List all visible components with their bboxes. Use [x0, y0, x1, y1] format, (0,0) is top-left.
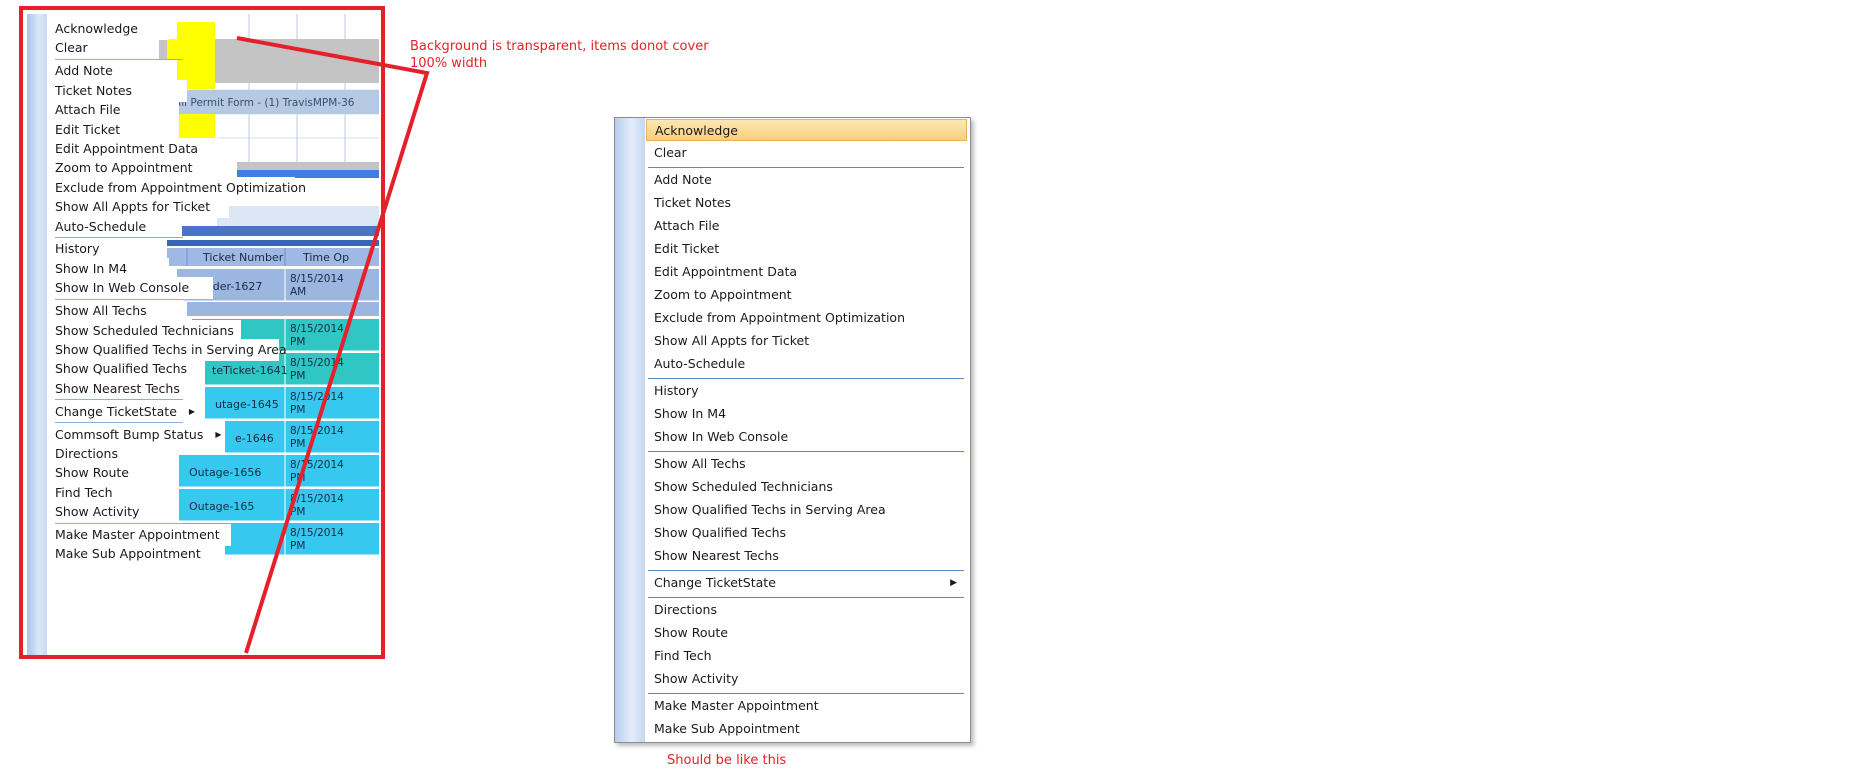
menu-item-label: Show Activity	[654, 671, 739, 686]
menu-item-label: Change TicketState	[654, 575, 776, 590]
menu-item-label: Show Nearest Techs	[654, 548, 779, 563]
menu-item-make-master-appointment[interactable]: Make Master Appointment	[646, 695, 967, 717]
menu-item-label: Ticket Notes	[654, 195, 732, 210]
menu-separator	[648, 167, 964, 168]
menu-item-acknowledge[interactable]: Acknowledge	[646, 119, 967, 141]
menu-item-label: Auto-Schedule	[654, 356, 746, 371]
expected-context-menu: Acknowledge Clear Add Note Ticket Notes Atta…	[614, 117, 971, 743]
menu-item-label: Make Sub Appointment	[654, 721, 800, 736]
menu-item-show-in-web-console[interactable]: Show In Web Console	[646, 426, 967, 448]
menu-item-show-all-appts-for-ticket[interactable]: Show All Appts for Ticket	[646, 330, 967, 352]
menu-item-label: Show All Techs	[654, 456, 746, 471]
menu-item-add-note[interactable]: Add Note	[646, 169, 967, 191]
submenu-arrow-icon: ▶	[950, 578, 957, 588]
menu-item-show-all-techs[interactable]: Show All Techs	[646, 453, 967, 475]
menu-separator	[648, 378, 964, 379]
menu-item-edit-ticket[interactable]: Edit Ticket	[646, 238, 967, 260]
menu-item-attach-file[interactable]: Attach File	[646, 215, 967, 237]
menu-item-label: History	[654, 383, 699, 398]
menu-separator	[648, 597, 964, 598]
annotation-bottom-text: Should be like this	[667, 753, 787, 768]
menu-item-label: Edit Appointment Data	[654, 264, 798, 279]
annotation-top-text: Background is transparent, items donot c…	[410, 39, 709, 71]
menu-item-label: Show In Web Console	[654, 429, 789, 444]
menu-item-find-tech[interactable]: Find Tech	[646, 645, 967, 667]
menu-item-history[interactable]: History	[646, 380, 967, 402]
menu-item-label: Clear	[654, 145, 687, 160]
menu-separator	[648, 693, 964, 694]
menu-item-label: Edit Ticket	[654, 241, 720, 256]
menu-item-show-qualified-techs-in-serving-area[interactable]: Show Qualified Techs in Serving Area	[646, 499, 967, 521]
menu-item-label: Show In M4	[654, 406, 727, 421]
menu-item-label: Show Scheduled Technicians	[654, 479, 833, 494]
menu-item-label: Show All Appts for Ticket	[654, 333, 810, 348]
menu-item-show-in-m4[interactable]: Show In M4	[646, 403, 967, 425]
menu-item-show-scheduled-technicians[interactable]: Show Scheduled Technicians	[646, 476, 967, 498]
menu-item-show-activity[interactable]: Show Activity	[646, 668, 967, 690]
menu-item-show-route[interactable]: Show Route	[646, 622, 967, 644]
menu-item-label: Show Route	[654, 625, 728, 640]
menu-item-label: Zoom to Appointment	[654, 287, 792, 302]
menu-item-show-qualified-techs[interactable]: Show Qualified Techs	[646, 522, 967, 544]
menu-item-clear[interactable]: Clear	[646, 142, 967, 164]
menu-item-auto-schedule[interactable]: Auto-Schedule	[646, 353, 967, 375]
menu-item-label: Acknowledge	[655, 123, 738, 138]
menu-item-make-sub-appointment[interactable]: Make Sub Appointment	[646, 718, 967, 740]
menu-item-change-ticketstate[interactable]: Change TicketState ▶	[646, 572, 967, 594]
menu-item-label: Find Tech	[654, 648, 712, 663]
menu-item-label: Exclude from Appointment Optimization	[654, 310, 905, 325]
menu-icon-strip	[615, 118, 645, 742]
menu-item-directions[interactable]: Directions	[646, 599, 967, 621]
menu-item-label: Attach File	[654, 218, 720, 233]
menu-item-label: Show Qualified Techs	[654, 525, 787, 540]
menu-item-exclude-from-appointment-optimization[interactable]: Exclude from Appointment Optimization	[646, 307, 967, 329]
menu-item-label: Directions	[654, 602, 717, 617]
menu-separator	[648, 451, 964, 452]
menu-separator	[648, 570, 964, 571]
menu-item-label: Show Qualified Techs in Serving Area	[654, 502, 886, 517]
menu-item-show-nearest-techs[interactable]: Show Nearest Techs	[646, 545, 967, 567]
annotation-arrow-line	[236, 36, 430, 654]
menu-item-label: Add Note	[654, 172, 712, 187]
menu-item-edit-appointment-data[interactable]: Edit Appointment Data	[646, 261, 967, 283]
menu-item-label: Make Master Appointment	[654, 698, 819, 713]
menu-item-ticket-notes[interactable]: Ticket Notes	[646, 192, 967, 214]
menu-item-zoom-to-appointment[interactable]: Zoom to Appointment	[646, 284, 967, 306]
